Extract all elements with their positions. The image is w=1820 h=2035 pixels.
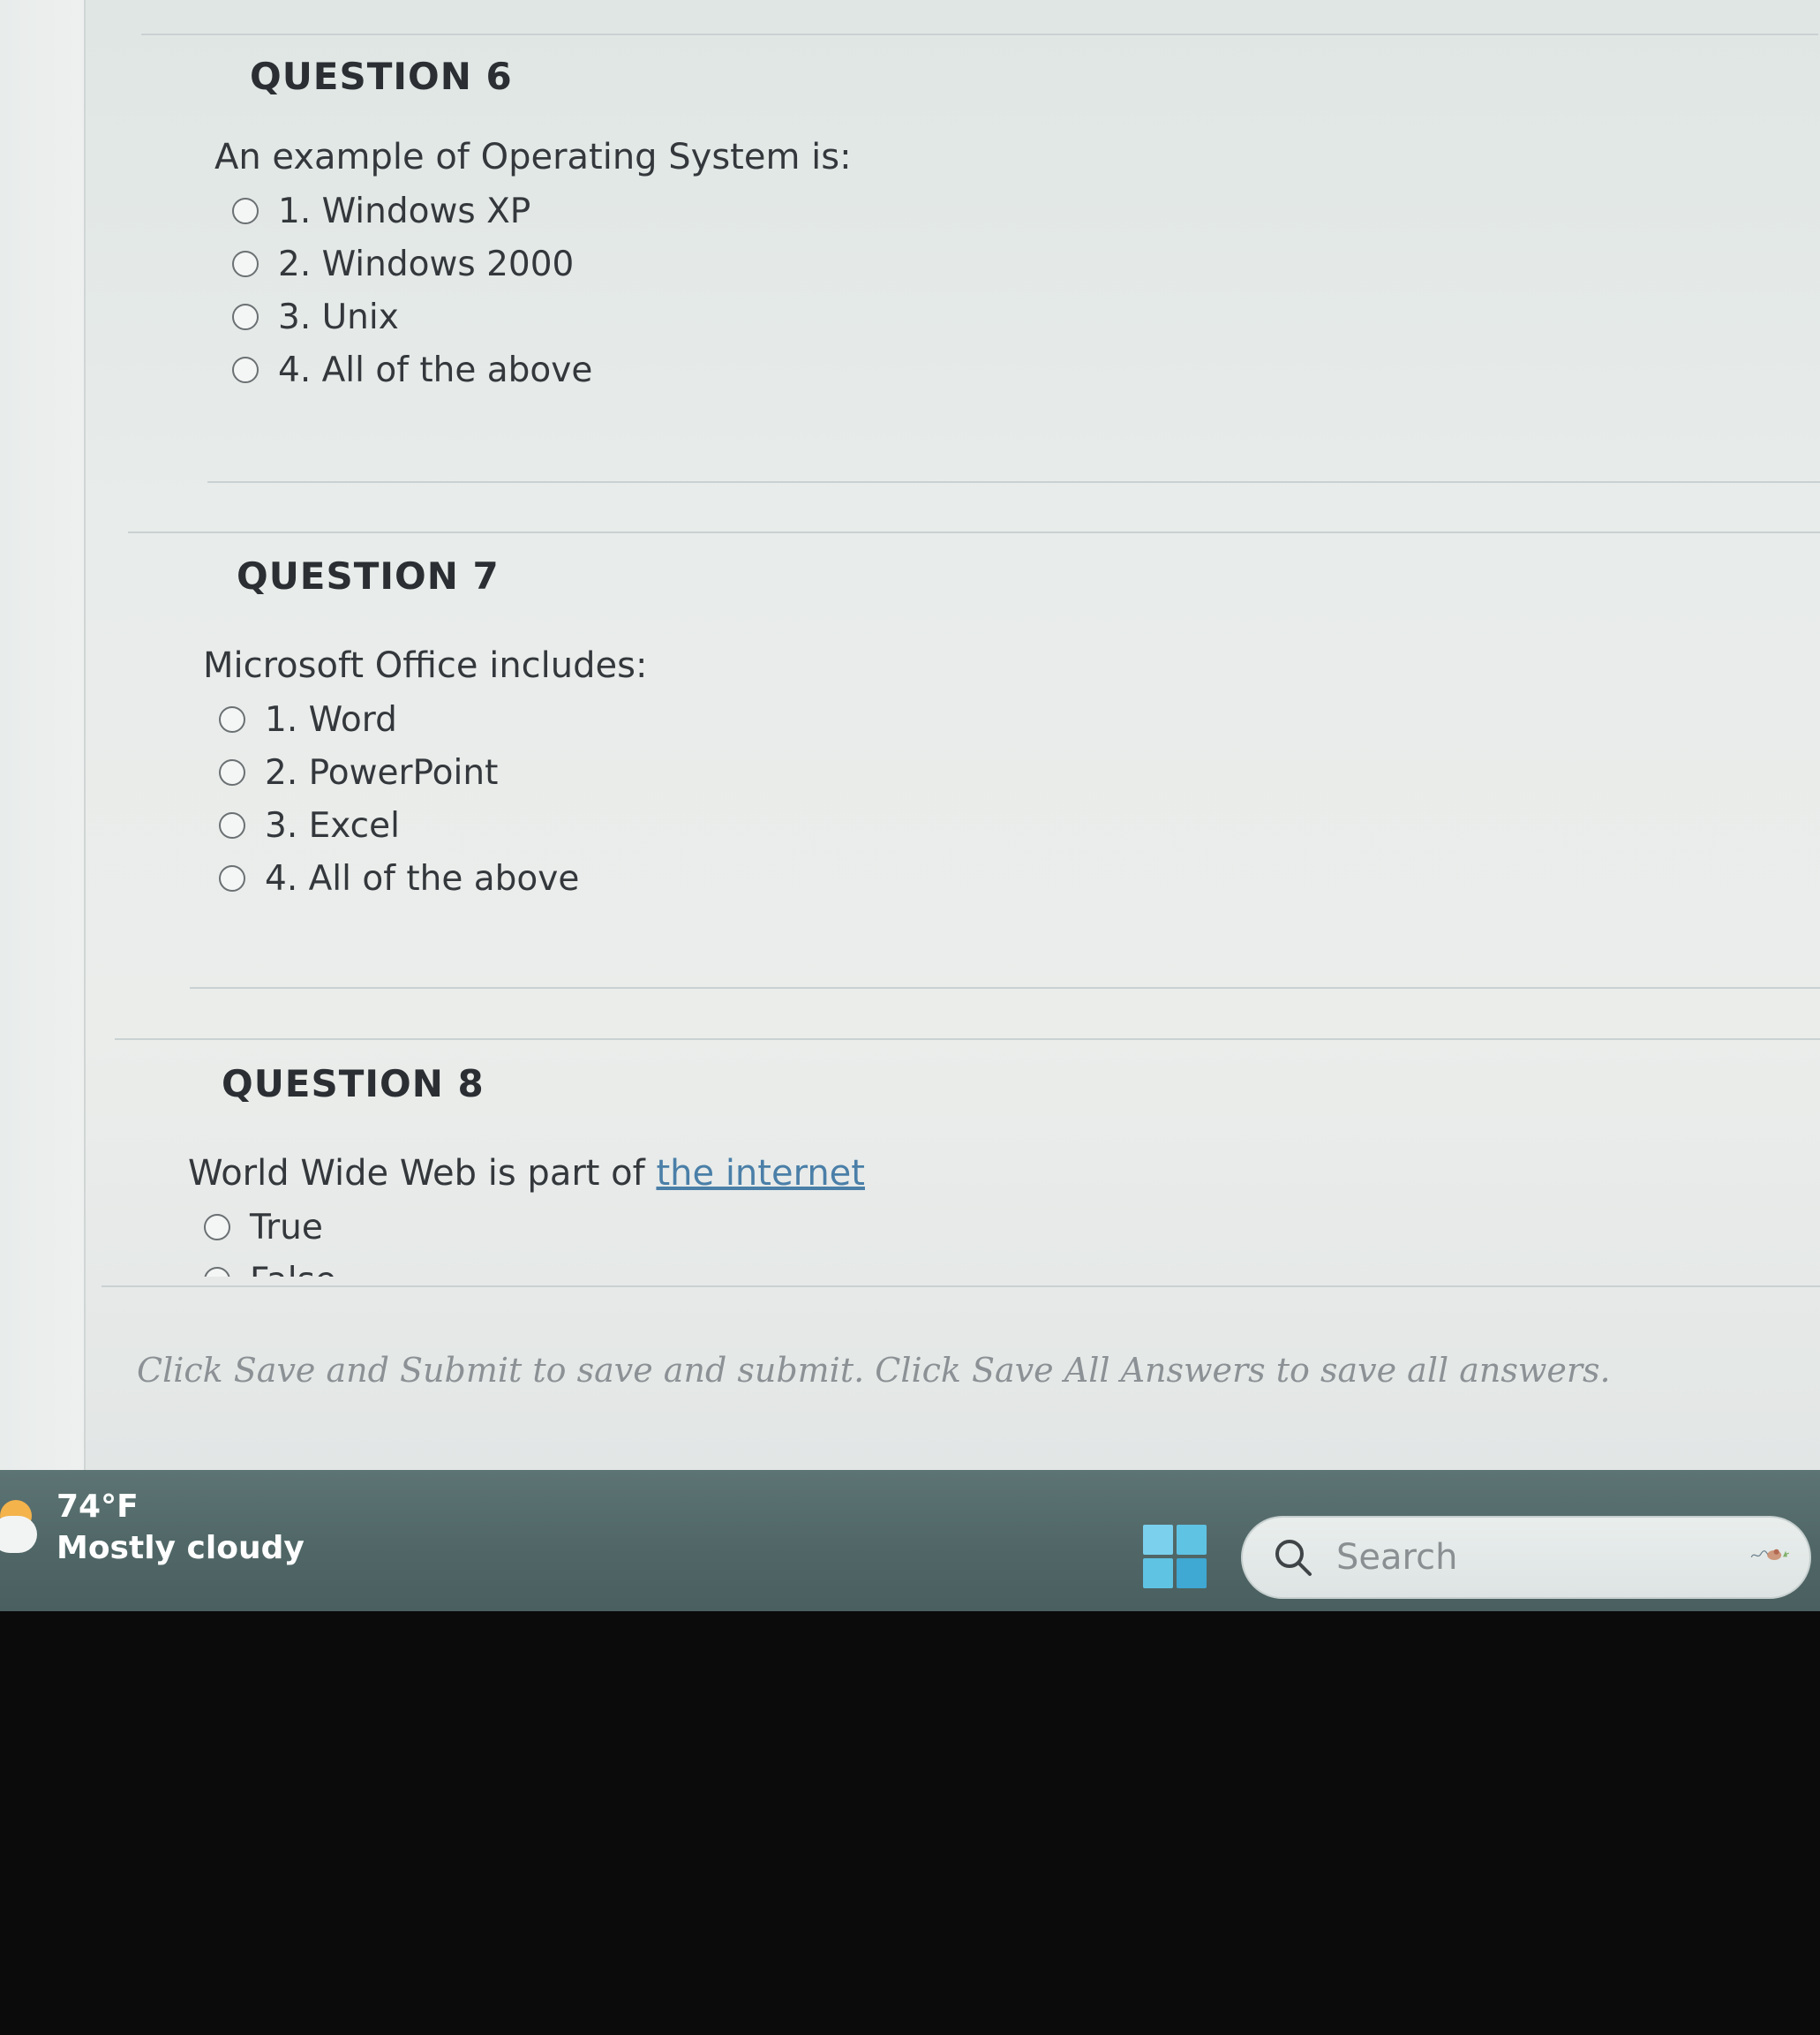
left-gutter — [0, 0, 86, 1479]
question-text: World Wide Web is part of the internet — [188, 1153, 865, 1194]
answer-option-true[interactable]: True — [204, 1201, 865, 1254]
weather-widget[interactable]: 74°F Mostly cloudy — [0, 1488, 305, 1571]
search-icon — [1275, 1540, 1312, 1576]
question-title: QUESTION 8 — [222, 1062, 485, 1105]
radio-button[interactable] — [219, 865, 245, 892]
question-text-prefix: World Wide Web is part of — [188, 1153, 657, 1194]
taskbar-search-box[interactable]: Search — [1241, 1516, 1811, 1599]
option-label: 4. All of the above — [278, 350, 593, 390]
divider — [115, 1038, 1820, 1040]
answer-option[interactable]: 2. PowerPoint — [219, 746, 647, 799]
partly-cloudy-icon — [0, 1500, 42, 1571]
submit-instructions: Click Save and Submit to save and submit… — [137, 1351, 1611, 1390]
answer-option[interactable]: 4. All of the above — [219, 852, 647, 905]
quiz-content: QUESTION 6 An example of Operating Syste… — [84, 0, 1820, 1479]
option-label: 1. Word — [265, 699, 397, 740]
option-label: 3. Unix — [278, 297, 399, 337]
question-text: An example of Operating System is: — [214, 137, 852, 177]
start-button[interactable] — [1143, 1525, 1207, 1588]
option-label: True — [250, 1207, 323, 1247]
answer-options: 1. Windows XP 2. Windows 2000 3. Unix 4.… — [232, 185, 852, 396]
divider — [141, 34, 1818, 35]
radio-button[interactable] — [219, 812, 245, 839]
divider — [102, 1285, 1820, 1287]
radio-button[interactable] — [204, 1214, 230, 1240]
search-placeholder: Search — [1336, 1537, 1458, 1578]
option-label: 2. Windows 2000 — [278, 244, 575, 284]
search-highlight-art-icon — [1750, 1549, 1790, 1561]
question-8: QUESTION 8 World Wide Web is part of the… — [188, 1062, 865, 1277]
radio-button[interactable] — [232, 198, 259, 224]
answer-option[interactable]: 2. Windows 2000 — [232, 237, 852, 290]
answer-option[interactable]: 3. Unix — [232, 290, 852, 343]
answer-option[interactable]: 1. Windows XP — [232, 185, 852, 237]
question-title: QUESTION 7 — [237, 554, 500, 598]
question-6: QUESTION 6 An example of Operating Syste… — [214, 55, 852, 396]
radio-button[interactable] — [219, 706, 245, 733]
option-label: 1. Windows XP — [278, 191, 531, 231]
weather-text: 74°F Mostly cloudy — [56, 1488, 305, 1571]
radio-button[interactable] — [232, 357, 259, 383]
divider — [190, 987, 1820, 989]
answer-option[interactable]: 3. Excel — [219, 799, 647, 852]
answer-option-false[interactable]: False — [204, 1254, 865, 1277]
answer-option[interactable]: 1. Word — [219, 693, 647, 746]
radio-button[interactable] — [204, 1267, 230, 1277]
browser-page: QUESTION 6 An example of Operating Syste… — [0, 0, 1820, 1479]
divider — [207, 481, 1820, 483]
question-title: QUESTION 6 — [250, 55, 513, 98]
weather-temperature: 74°F — [56, 1489, 139, 1525]
answer-options: True False — [204, 1201, 865, 1277]
option-label: 4. All of the above — [265, 858, 580, 899]
question-text: Microsoft Office includes: — [203, 645, 648, 686]
radio-button[interactable] — [219, 759, 245, 786]
radio-button[interactable] — [232, 251, 259, 277]
answer-option[interactable]: 4. All of the above — [232, 343, 852, 396]
answer-options: 1. Word 2. PowerPoint 3. Excel 4. All of… — [219, 693, 647, 905]
divider — [128, 531, 1820, 533]
windows-logo-icon — [1143, 1525, 1173, 1555]
question-7: QUESTION 7 Microsoft Office includes: 1.… — [203, 554, 647, 905]
option-label: 3. Excel — [265, 805, 400, 846]
option-label: False — [250, 1261, 336, 1278]
internet-link[interactable]: the internet — [656, 1153, 865, 1194]
taskbar: 74°F Mostly cloudy Search — [0, 1470, 1820, 1611]
option-label: 2. PowerPoint — [265, 752, 499, 793]
weather-description: Mostly cloudy — [56, 1530, 305, 1566]
radio-button[interactable] — [232, 304, 259, 330]
